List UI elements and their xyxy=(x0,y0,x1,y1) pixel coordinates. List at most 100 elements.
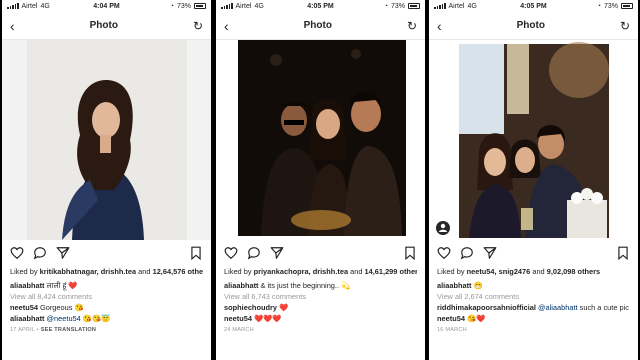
likes-count[interactable]: 12,64,576 others xyxy=(153,267,203,276)
status-bar: Airtel 4G 4:04 PM ◔ 73% xyxy=(2,0,211,12)
heart-icon[interactable] xyxy=(437,246,451,260)
back-chevron-icon[interactable]: ‹ xyxy=(437,18,442,34)
likes-line[interactable]: Liked by priyankachopra, drishh.tea and … xyxy=(224,266,417,277)
comment-user[interactable]: riddhimakapoorsahniofficial xyxy=(437,303,536,312)
action-bar xyxy=(216,240,425,266)
action-bar xyxy=(2,240,211,266)
caption-text: & its just the beginning.. 💫 xyxy=(258,281,351,290)
post-photo[interactable] xyxy=(216,40,425,240)
caption: aliaabhatt & its just the beginning.. 💫 xyxy=(224,280,417,291)
phone-screen-2: Airtel 4G 4:05 PM ◔ 73% ‹ Photo ↻ Liked … xyxy=(216,0,425,360)
caption-text: 😁 xyxy=(471,281,483,290)
caption-user[interactable]: aliaabhatt xyxy=(10,281,45,290)
comment: neetu54 😘❤️ xyxy=(437,313,630,324)
share-icon[interactable] xyxy=(56,246,70,260)
page-title: Photo xyxy=(89,20,118,31)
likes-mid: and xyxy=(348,267,365,276)
battery-percent: 73% xyxy=(603,2,618,10)
back-chevron-icon[interactable]: ‹ xyxy=(10,18,15,34)
comment-user[interactable]: neetu54 xyxy=(224,314,252,323)
likes-line[interactable]: Liked by neetu54, snig2476 and 9,02,098 … xyxy=(437,266,630,277)
signal-icon xyxy=(7,3,19,9)
group-photo-image xyxy=(216,40,425,240)
network: 4G xyxy=(40,2,50,10)
share-icon[interactable] xyxy=(483,246,497,260)
alarm-icon: ◔ xyxy=(169,2,174,10)
see-translation-link[interactable]: SEE TRANSLATION xyxy=(41,327,96,333)
comment-icon[interactable] xyxy=(460,246,474,260)
caption: aliaabhatt 😁 xyxy=(437,280,630,291)
comment-icon[interactable] xyxy=(247,246,261,260)
post-date: 17 APRIL xyxy=(10,327,36,333)
caption: aliaabhatt लाली हूं ❤️ xyxy=(10,280,203,291)
comment-text: Gorgeous 😘 xyxy=(37,303,84,312)
battery-percent: 73% xyxy=(390,2,405,10)
comment: riddhimakapoorsahniofficial @aliaabhatt … xyxy=(437,302,630,313)
comment-user[interactable]: aliaabhatt xyxy=(10,314,45,323)
back-chevron-icon[interactable]: ‹ xyxy=(224,18,229,34)
comment-text: ❤️ xyxy=(276,303,289,312)
status-bar: Airtel 4G 4:05 PM ◔ 73% xyxy=(429,0,638,12)
post-date: 24 MARCH xyxy=(224,327,254,333)
network: 4G xyxy=(254,2,264,10)
caption-text: लाली हूं ❤️ xyxy=(44,281,78,290)
heart-icon[interactable] xyxy=(224,246,238,260)
comment-text: 😘😘😇 xyxy=(80,314,111,323)
post-meta: Liked by priyankachopra, drishh.tea and … xyxy=(216,266,425,336)
likes-users[interactable]: neetu54, snig2476 xyxy=(467,267,531,276)
comment: sophiechoudry ❤️ xyxy=(224,302,417,313)
comment-user[interactable]: neetu54 xyxy=(10,303,38,312)
alarm-icon: ◔ xyxy=(596,2,601,10)
refresh-icon[interactable]: ↻ xyxy=(407,19,417,33)
comment-user[interactable]: sophiechoudry xyxy=(224,303,277,312)
post-photo[interactable] xyxy=(429,40,638,240)
nav-bar: ‹ Photo ↻ xyxy=(2,12,211,40)
likes-prefix: Liked by xyxy=(10,267,40,276)
comment-icon[interactable] xyxy=(33,246,47,260)
post-meta: Liked by kritikabhatnagar, drishh.tea an… xyxy=(2,266,211,336)
bookmark-icon[interactable] xyxy=(616,246,630,260)
heart-icon[interactable] xyxy=(10,246,24,260)
nav-bar: ‹ Photo ↻ xyxy=(429,12,638,40)
likes-count[interactable]: 14,61,299 others xyxy=(365,267,417,276)
comment-mention[interactable]: @aliaabhatt xyxy=(536,303,578,312)
likes-mid: and xyxy=(530,267,547,276)
view-all-comments[interactable]: View all 6,743 comments xyxy=(224,291,417,302)
battery-icon xyxy=(408,3,420,9)
likes-users[interactable]: kritikabhatnagar, drishh.tea xyxy=(40,267,137,276)
likes-mid: and xyxy=(136,267,153,276)
status-bar: Airtel 4G 4:05 PM ◔ 73% xyxy=(216,0,425,12)
phone-screen-1: Airtel 4G 4:04 PM ◔ 73% ‹ Photo ↻ Liked … xyxy=(2,0,211,360)
bookmark-icon[interactable] xyxy=(403,246,417,260)
view-all-comments[interactable]: View all 2,674 comments xyxy=(437,291,630,302)
comment-mention[interactable]: @neetu54 xyxy=(45,314,81,323)
share-icon[interactable] xyxy=(270,246,284,260)
likes-line[interactable]: Liked by kritikabhatnagar, drishh.tea an… xyxy=(10,266,203,277)
battery-percent: 73% xyxy=(176,2,191,10)
view-all-comments[interactable]: View all 8,424 comments xyxy=(10,291,203,302)
refresh-icon[interactable]: ↻ xyxy=(193,19,203,33)
refresh-icon[interactable]: ↻ xyxy=(620,19,630,33)
nav-bar: ‹ Photo ↻ xyxy=(216,12,425,40)
post-date-row: 17 APRIL • SEE TRANSLATION xyxy=(10,327,97,333)
post-photo[interactable] xyxy=(2,40,211,240)
screenshot-row: Airtel 4G 4:04 PM ◔ 73% ‹ Photo ↻ Liked … xyxy=(0,0,640,360)
carrier: Airtel xyxy=(235,2,252,10)
comment: neetu54 ❤️❤️❤️ xyxy=(224,313,417,324)
comment-user[interactable]: neetu54 xyxy=(437,314,465,323)
likes-prefix: Liked by xyxy=(437,267,467,276)
likes-users[interactable]: priyankachopra, drishh.tea xyxy=(254,267,348,276)
phone-screen-3: Airtel 4G 4:05 PM ◔ 73% ‹ Photo ↻ Liked … xyxy=(429,0,638,360)
page-title: Photo xyxy=(516,20,545,31)
bookmark-icon[interactable] xyxy=(189,246,203,260)
likes-count[interactable]: 9,02,098 others xyxy=(547,267,600,276)
caption-user[interactable]: aliaabhatt xyxy=(437,281,472,290)
comment-text: such a cute pic xyxy=(577,303,629,312)
page-title: Photo xyxy=(303,20,332,31)
caption-user[interactable]: aliaabhatt xyxy=(224,281,259,290)
network: 4G xyxy=(467,2,477,10)
post-meta: Liked by neetu54, snig2476 and 9,02,098 … xyxy=(429,266,638,336)
carrier: Airtel xyxy=(448,2,465,10)
carrier: Airtel xyxy=(21,2,38,10)
signal-icon xyxy=(221,3,233,9)
